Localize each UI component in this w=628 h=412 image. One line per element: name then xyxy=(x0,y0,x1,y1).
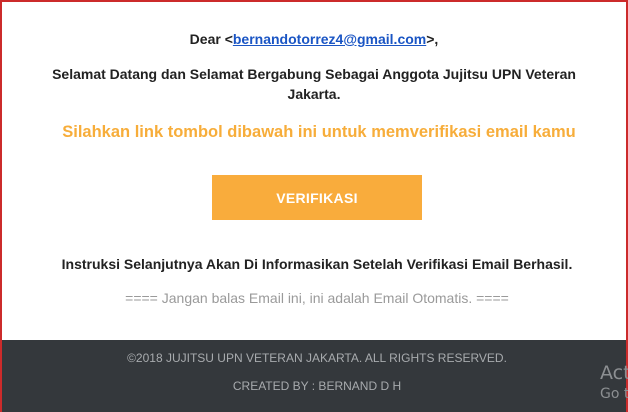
welcome-text: Selamat Datang dan Selamat Bergabung Seb… xyxy=(52,66,576,102)
greeting-prefix: Dear < xyxy=(189,31,233,47)
verify-instruction-text: Silahkan link tombol dibawah ini untuk m… xyxy=(62,123,576,141)
email-body: Dear <bernandotorrez4@gmail.com>, Selama… xyxy=(2,2,626,340)
next-steps-text: Instruksi Selanjutnya Akan Di Informasik… xyxy=(61,256,573,272)
greeting-suffix: >, xyxy=(426,31,439,47)
email-footer: ©2018 JUJITSU UPN VETERAN JAKARTA. ALL R… xyxy=(2,340,626,412)
greeting-line: Dear <bernandotorrez4@gmail.com>, xyxy=(2,31,626,47)
activation-watermark-subtitle: Go t xyxy=(600,386,628,402)
recipient-email-link[interactable]: bernandotorrez4@gmail.com xyxy=(233,31,426,47)
created-by-text: CREATED BY : BERNAND D H xyxy=(232,379,402,393)
no-reply-notice: ==== Jangan balas Email ini, ini adalah … xyxy=(125,290,509,306)
activation-watermark-title: Act xyxy=(600,362,628,384)
verify-button[interactable]: VERIFIKASI xyxy=(212,175,422,220)
copyright-text: ©2018 JUJITSU UPN VETERAN JAKARTA. ALL R… xyxy=(127,351,507,365)
